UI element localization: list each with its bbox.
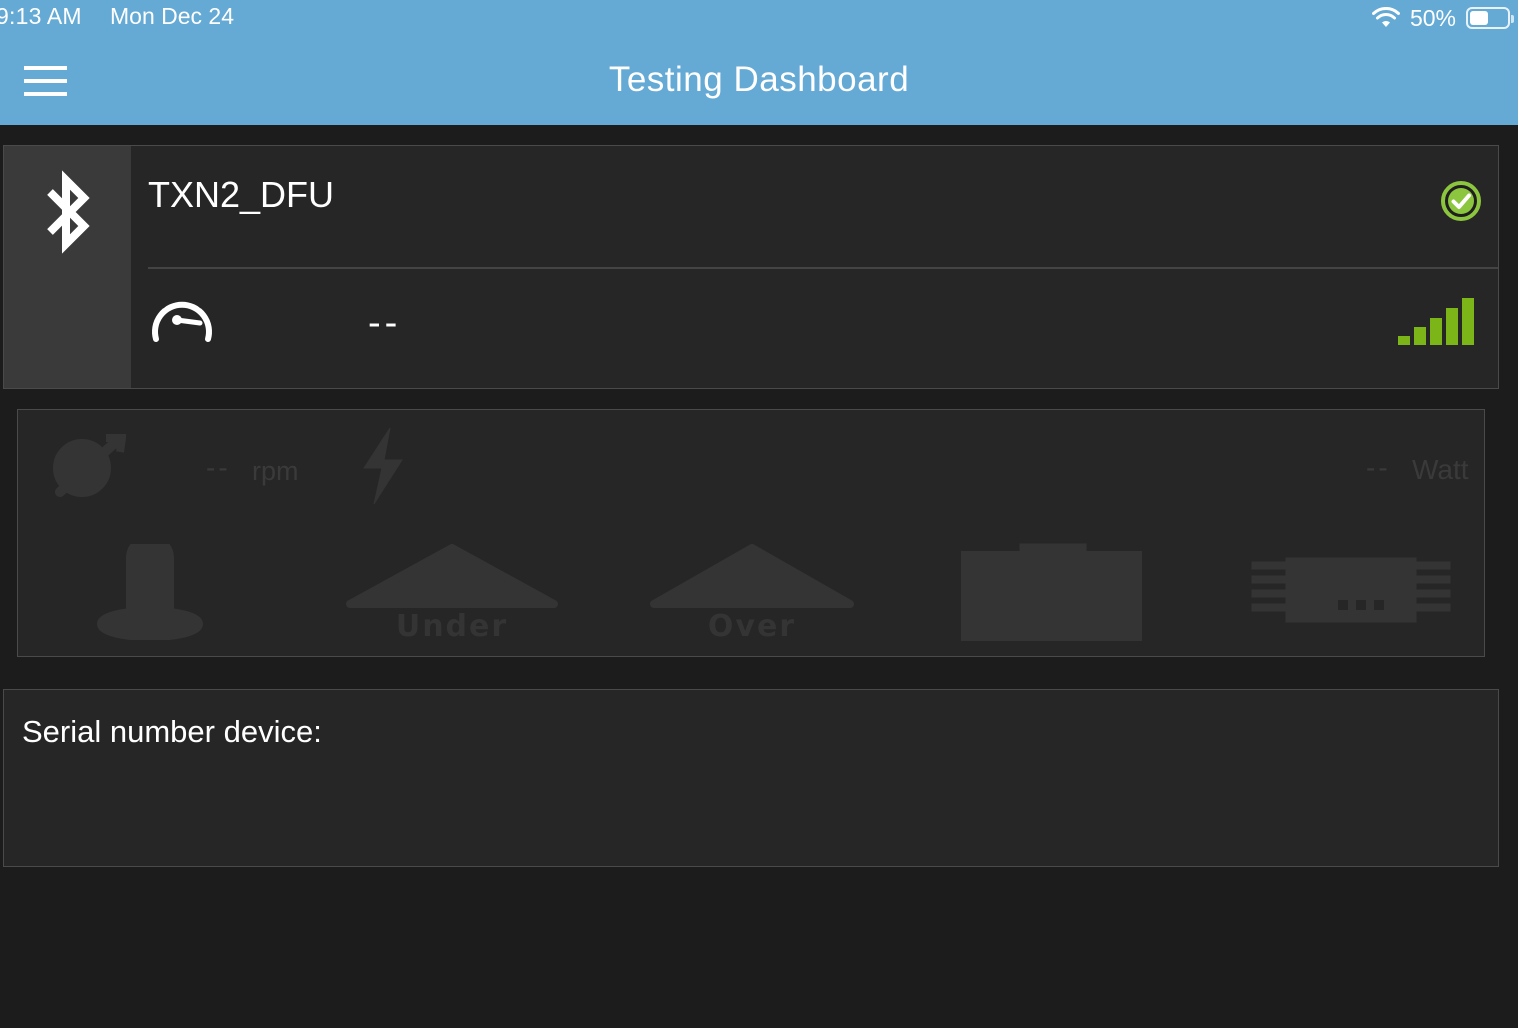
serial-number-label: Serial number device: bbox=[22, 714, 322, 749]
signal-bar bbox=[1430, 318, 1442, 345]
battery-level-fill bbox=[1470, 11, 1488, 25]
watt-value: -- bbox=[1366, 452, 1391, 483]
status-indicators: 50% bbox=[1371, 4, 1514, 32]
divider bbox=[148, 267, 1498, 269]
bluetooth-column bbox=[4, 146, 131, 388]
status-date: Mon Dec 24 bbox=[110, 3, 235, 29]
app-header: 9:13 AM Mon Dec 24 50% Testing Dashboard bbox=[0, 0, 1518, 125]
temperature-icon bbox=[97, 544, 203, 640]
signal-strength-icon bbox=[1398, 298, 1474, 345]
metrics-panel: -- rpm -- Watt Under Over bbox=[17, 409, 1485, 657]
serial-number-panel: Serial number device: bbox=[3, 689, 1499, 867]
device-name: TXN2_DFU bbox=[148, 174, 335, 215]
chip-icon bbox=[1251, 557, 1451, 623]
overvoltage-icon: Over bbox=[650, 544, 854, 644]
connected-check-icon bbox=[1441, 181, 1481, 221]
battery-tip bbox=[1511, 15, 1514, 23]
rpm-unit: rpm bbox=[252, 456, 299, 486]
over-label: Over bbox=[708, 609, 796, 644]
wifi-icon bbox=[1371, 7, 1400, 27]
battery-charge-icon bbox=[961, 543, 1142, 641]
rpm-value: -- bbox=[206, 452, 231, 483]
speedometer-icon bbox=[152, 293, 212, 342]
battery-icon bbox=[1466, 7, 1514, 29]
signal-bar bbox=[1414, 327, 1426, 345]
undervoltage-icon: Under bbox=[346, 544, 558, 644]
lightning-icon bbox=[363, 427, 403, 505]
status-time: 9:13 AM bbox=[0, 3, 82, 29]
bluetooth-icon bbox=[47, 170, 90, 254]
battery-percent: 50% bbox=[1409, 4, 1456, 31]
signal-bar bbox=[1462, 298, 1474, 345]
page-title: Testing Dashboard bbox=[608, 60, 910, 99]
motor-rpm-icon bbox=[53, 434, 126, 497]
watt-unit: Watt bbox=[1412, 454, 1469, 485]
signal-bar bbox=[1398, 336, 1410, 345]
speed-value: -- bbox=[368, 302, 402, 344]
device-card[interactable]: TXN2_DFU -- bbox=[3, 145, 1499, 389]
signal-bar bbox=[1446, 308, 1458, 345]
under-label: Under bbox=[396, 609, 508, 644]
